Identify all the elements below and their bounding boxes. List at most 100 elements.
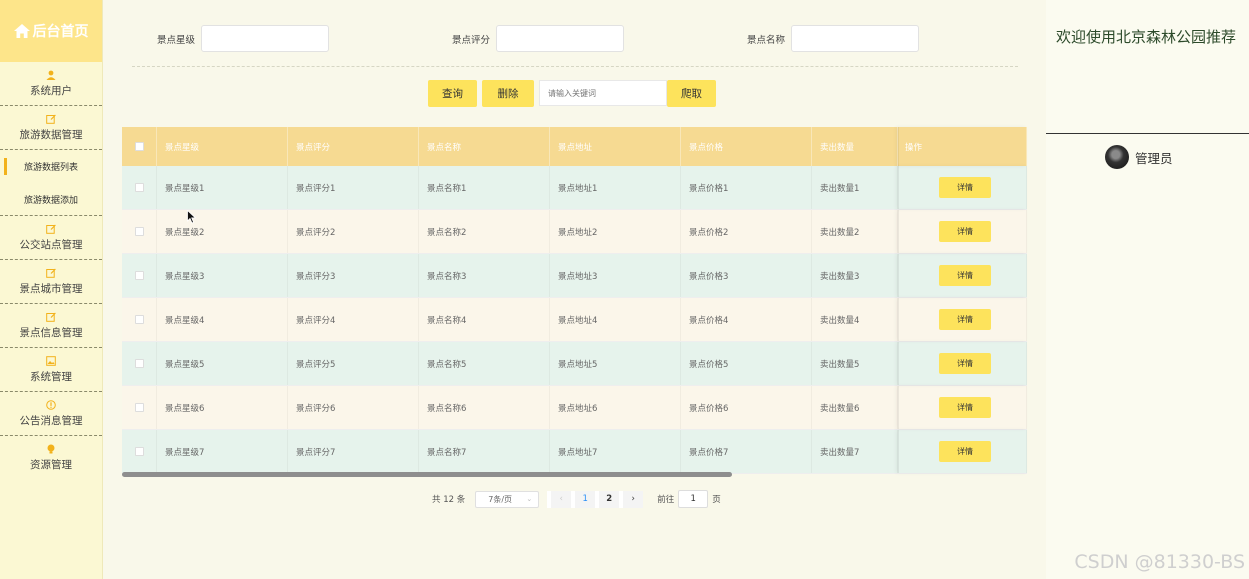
sidebar-item-label: 资源管理 xyxy=(30,459,72,471)
row-checkbox[interactable] xyxy=(134,403,144,412)
row-select-cell xyxy=(122,166,157,209)
username: 管理员 xyxy=(1135,150,1173,166)
page-size-value: 7条/页 xyxy=(488,494,513,504)
header-address[interactable]: 景点地址 xyxy=(550,127,681,166)
rating-label: 景点评分 xyxy=(452,34,491,46)
row-checkbox[interactable] xyxy=(134,271,144,280)
header-rating[interactable]: 景点评分 xyxy=(288,127,419,166)
detail-button[interactable]: 详情 xyxy=(939,309,991,330)
cell-star-level: 景点星级2 xyxy=(157,210,288,253)
crawl-button[interactable]: 爬取 xyxy=(667,80,716,107)
sidebar-item-scenic-info[interactable]: 景点信息管理 xyxy=(0,304,102,348)
sidebar-item-scenic-cities[interactable]: 景点城市管理 xyxy=(0,260,102,304)
table-row[interactable]: 景点星级2 景点评分2 景点名称2 景点地址2 景点价格2 卖出数量2 详情 xyxy=(122,210,1027,254)
sidebar-item-announcements[interactable]: 公告消息管理 xyxy=(0,392,102,436)
cell-price: 景点价格7 xyxy=(681,430,812,473)
cell-sold: 卖出数量3 xyxy=(812,254,898,297)
edit-icon xyxy=(46,114,56,125)
row-checkbox[interactable] xyxy=(134,447,144,456)
header-price[interactable]: 景点价格 xyxy=(681,127,812,166)
header-sold[interactable]: 卖出数量 xyxy=(812,127,898,166)
detail-button[interactable]: 详情 xyxy=(939,221,991,242)
select-all-cell xyxy=(122,127,157,166)
cell-rating: 景点评分4 xyxy=(288,298,419,341)
row-checkbox[interactable] xyxy=(134,183,144,192)
page-size-select[interactable]: 7条/页 ⌄ xyxy=(475,490,540,508)
cell-address: 景点地址3 xyxy=(550,254,681,297)
table-row[interactable]: 景点星级6 景点评分6 景点名称6 景点地址6 景点价格6 卖出数量6 详情 xyxy=(122,386,1027,430)
delete-button[interactable]: 删除 xyxy=(482,80,534,107)
cell-rating: 景点评分1 xyxy=(288,166,419,209)
row-select-cell xyxy=(122,210,157,253)
cell-name: 景点名称4 xyxy=(419,298,550,341)
row-checkbox[interactable] xyxy=(134,227,144,236)
sidebar-item-bus-stations[interactable]: 公交站点管理 xyxy=(0,216,102,260)
table-row[interactable]: 景点星级5 景点评分5 景点名称5 景点地址5 景点价格5 卖出数量5 详情 xyxy=(122,342,1027,386)
detail-button[interactable]: 详情 xyxy=(939,265,991,286)
header-star-level[interactable]: 景点星级 xyxy=(157,127,288,166)
cell-star-level: 景点星级3 xyxy=(157,254,288,297)
edit-icon xyxy=(46,224,56,235)
table-row[interactable]: 景点星级7 景点评分7 景点名称7 景点地址7 景点价格7 卖出数量7 详情 xyxy=(122,430,1027,474)
cell-sold: 卖出数量1 xyxy=(812,166,898,209)
edit-icon xyxy=(46,268,56,279)
sidebar-item-label: 景点信息管理 xyxy=(19,326,83,339)
detail-button[interactable]: 详情 xyxy=(939,441,991,462)
cell-price: 景点价格1 xyxy=(681,166,812,209)
cell-name: 景点名称5 xyxy=(419,342,550,385)
star-level-input[interactable] xyxy=(201,25,330,52)
cell-sold: 卖出数量7 xyxy=(812,430,898,473)
sidebar-subitem-travel-add[interactable]: 旅游数据添加 xyxy=(0,183,102,216)
select-all-checkbox[interactable] xyxy=(134,142,144,151)
detail-button[interactable]: 详情 xyxy=(939,177,991,198)
detail-button[interactable]: 详情 xyxy=(939,397,991,418)
query-button[interactable]: 查询 xyxy=(428,80,477,107)
chevron-down-icon: ⌄ xyxy=(526,495,533,503)
cell-actions: 详情 xyxy=(898,254,1027,297)
sidebar-subitem-label: 旅游数据添加 xyxy=(23,195,78,206)
bulb-icon xyxy=(46,444,56,455)
table-body: 景点星级1 景点评分1 景点名称1 景点地址1 景点价格1 卖出数量1 详情 景点星级2 景点评… xyxy=(122,166,1027,474)
sidebar-item-system-management[interactable]: 系统管理 xyxy=(0,348,102,392)
rating-input[interactable] xyxy=(496,25,625,52)
horizontal-scrollbar[interactable] xyxy=(122,472,732,477)
sidebar-item-label: 公交站点管理 xyxy=(19,238,83,251)
sidebar-item-label: 系统管理 xyxy=(30,370,72,383)
prev-page-icon[interactable]: ‹ xyxy=(551,490,572,508)
table-row[interactable]: 景点星级3 景点评分3 景点名称3 景点地址3 景点价格3 卖出数量3 详情 xyxy=(122,254,1027,298)
detail-button[interactable]: 详情 xyxy=(939,353,991,374)
table-row[interactable]: 景点星级4 景点评分4 景点名称4 景点地址4 景点价格4 卖出数量4 详情 xyxy=(122,298,1027,342)
next-page-icon[interactable]: › xyxy=(623,490,644,508)
sidebar-item-travel-data[interactable]: 旅游数据管理 xyxy=(0,106,102,150)
sidebar-subitem-travel-list[interactable]: 旅游数据列表 xyxy=(0,150,102,183)
name-filter: 景点名称 xyxy=(747,25,920,52)
goto-page: 前往 1 页 xyxy=(657,490,721,508)
goto-page-input[interactable]: 1 xyxy=(678,490,709,508)
row-select-cell xyxy=(122,342,157,385)
page-1-button[interactable]: 1 xyxy=(575,490,596,508)
row-checkbox[interactable] xyxy=(134,359,144,368)
right-panel: 欢迎使用北京森林公园推荐 管理员 CSDN @81330-BS xyxy=(1046,0,1249,579)
rating-filter: 景点评分 xyxy=(452,25,625,52)
avatar[interactable] xyxy=(1105,145,1129,169)
star-level-filter: 景点星级 xyxy=(157,25,330,52)
cell-star-level: 景点星级7 xyxy=(157,430,288,473)
user-info[interactable]: 管理员 xyxy=(1105,145,1173,169)
sidebar-item-label: 公告消息管理 xyxy=(19,414,83,427)
cell-sold: 卖出数量5 xyxy=(812,342,898,385)
cell-address: 景点地址2 xyxy=(550,210,681,253)
search-bar: 景点星级 景点评分 景点名称 xyxy=(0,25,1046,52)
name-input[interactable] xyxy=(791,25,920,52)
cell-name: 景点名称2 xyxy=(419,210,550,253)
row-checkbox[interactable] xyxy=(134,315,144,324)
header-name[interactable]: 景点名称 xyxy=(419,127,550,166)
table-row[interactable]: 景点星级1 景点评分1 景点名称1 景点地址1 景点价格1 卖出数量1 详情 xyxy=(122,166,1027,210)
sidebar-item-system-users[interactable]: 系统用户 xyxy=(0,62,102,106)
cell-price: 景点价格6 xyxy=(681,386,812,429)
welcome-text: 欢迎使用北京森林公园推荐 xyxy=(1056,28,1237,46)
keyword-input[interactable] xyxy=(539,80,667,106)
page-2-button[interactable]: 2 xyxy=(599,490,620,508)
sidebar-item-resources[interactable]: 资源管理 xyxy=(0,436,102,480)
cell-actions: 详情 xyxy=(898,430,1027,473)
cell-star-level: 景点星级6 xyxy=(157,386,288,429)
